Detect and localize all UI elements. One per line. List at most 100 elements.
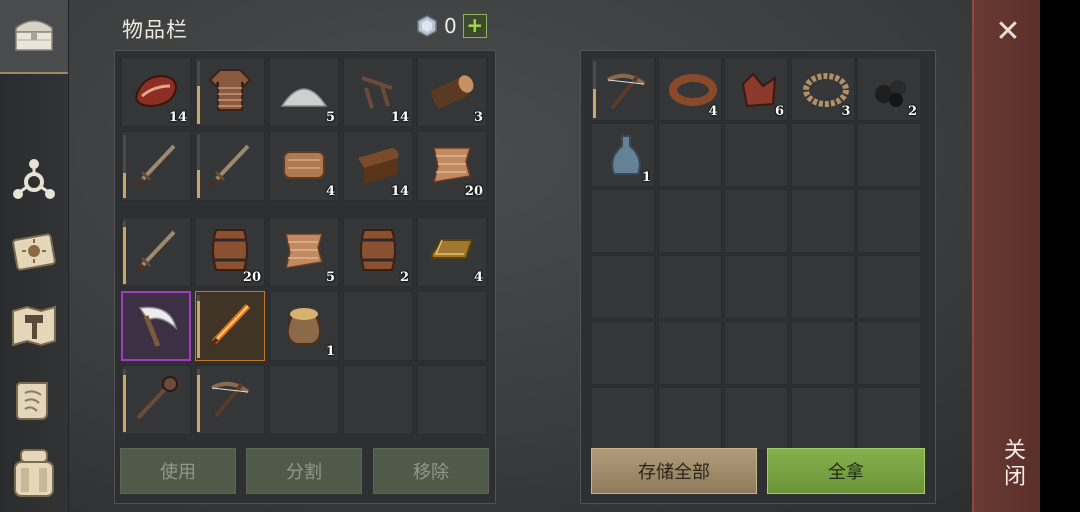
inventory-slot[interactable]: 5: [269, 217, 339, 287]
store-all-button[interactable]: 存储全部: [591, 448, 757, 494]
inventory-slot[interactable]: 20: [195, 217, 265, 287]
storage-slot[interactable]: [657, 189, 722, 253]
inventory-slot[interactable]: [195, 131, 265, 201]
storage-slot[interactable]: [724, 255, 788, 319]
item-quantity: 1: [325, 344, 335, 359]
storage-slot[interactable]: [857, 321, 921, 385]
sidebar-item-inventory[interactable]: [0, 0, 68, 74]
inventory-slot[interactable]: [417, 291, 487, 361]
item-quantity: 5: [325, 110, 335, 125]
item-quantity: 3: [473, 110, 483, 125]
durability-bar: [593, 89, 596, 118]
inventory-slot[interactable]: [195, 365, 265, 435]
durability-bar: [197, 375, 200, 432]
inventory-slot[interactable]: 1: [269, 291, 339, 361]
inventory-slot[interactable]: [195, 291, 265, 361]
storage-slot[interactable]: 1: [591, 123, 655, 187]
gem-icon: [417, 15, 437, 37]
sidebar-item-character[interactable]: [8, 446, 60, 498]
inventory-slot[interactable]: 14: [121, 57, 191, 127]
storage-slot[interactable]: [657, 387, 722, 451]
storage-slot[interactable]: [657, 255, 722, 319]
item-quantity: 1: [641, 170, 651, 185]
storage-slot[interactable]: 2: [857, 57, 921, 121]
item-quantity: 14: [168, 110, 187, 125]
storage-slot[interactable]: [790, 387, 855, 451]
durability-bar: [123, 227, 126, 284]
storage-slot[interactable]: [724, 321, 788, 385]
storage-slot[interactable]: [790, 255, 855, 319]
storage-slot[interactable]: [591, 321, 655, 385]
chest-icon: [8, 8, 60, 60]
inventory-slot[interactable]: [121, 217, 191, 287]
scroll-icon: [16, 382, 48, 420]
item-quantity: 5: [325, 270, 335, 285]
sidebar-item-journal[interactable]: [8, 226, 60, 278]
inventory-slot[interactable]: [195, 57, 265, 127]
inventory-slot[interactable]: 2: [343, 217, 413, 287]
storage-slot[interactable]: 4: [657, 57, 722, 121]
sidebar-item-crafting[interactable]: [8, 300, 60, 352]
close-panel[interactable]: ✕ 关闭: [972, 0, 1042, 512]
inventory-panel: 14 5 14 3 4 14 20 20 5 2 4 1: [114, 50, 496, 504]
perks-icon: [13, 159, 55, 199]
screen-edge: [1040, 0, 1080, 512]
durability-bar: [197, 86, 200, 124]
inventory-slot[interactable]: [417, 365, 487, 435]
storage-slot[interactable]: [591, 255, 655, 319]
item-quantity: 3: [841, 104, 851, 119]
take-all-button[interactable]: 全拿: [767, 448, 925, 494]
storage-slot[interactable]: [591, 387, 655, 451]
storage-slot[interactable]: [657, 321, 722, 385]
sidebar-item-perks[interactable]: [8, 154, 60, 206]
storage-slot[interactable]: [724, 387, 788, 451]
storage-slot[interactable]: [790, 321, 855, 385]
inventory-slot[interactable]: 4: [269, 131, 339, 201]
inventory-slot[interactable]: [343, 365, 413, 435]
item-quantity: 14: [390, 184, 409, 199]
storage-slot[interactable]: [724, 189, 788, 253]
item-quantity: 2: [907, 104, 917, 119]
storage-slot[interactable]: [790, 189, 855, 253]
storage-slot[interactable]: [657, 123, 722, 187]
storage-slot[interactable]: 6: [724, 57, 788, 121]
storage-slot[interactable]: [591, 189, 655, 253]
inventory-slot[interactable]: 3: [417, 57, 487, 127]
storage-slot[interactable]: 3: [790, 57, 855, 121]
sun-journal-icon: [12, 233, 56, 271]
durability-bar: [123, 173, 126, 198]
storage-slot[interactable]: [857, 123, 921, 187]
inventory-slot[interactable]: [269, 365, 339, 435]
use-button[interactable]: 使用: [120, 448, 236, 494]
inventory-slot[interactable]: 14: [343, 57, 413, 127]
storage-slot[interactable]: [790, 123, 855, 187]
inventory-slot[interactable]: [121, 365, 191, 435]
sidebar: [0, 0, 69, 512]
inventory-title: 物品栏: [122, 18, 188, 42]
storage-slot[interactable]: [857, 189, 921, 253]
close-icon[interactable]: ✕: [994, 17, 1022, 47]
sidebar-item-scroll[interactable]: [8, 374, 60, 426]
item-quantity: 6: [774, 104, 784, 119]
crafting-map-icon: [12, 305, 56, 347]
remove-button[interactable]: 移除: [373, 448, 489, 494]
backpack-icon: [14, 449, 54, 497]
durability-bar: [197, 170, 200, 198]
inventory-slot[interactable]: [121, 131, 191, 201]
storage-slot[interactable]: [857, 387, 921, 451]
item-quantity: 4: [473, 270, 483, 285]
storage-slot[interactable]: [857, 255, 921, 319]
inventory-slot[interactable]: 5: [269, 57, 339, 127]
add-currency-button[interactable]: +: [462, 14, 487, 38]
storage-slot[interactable]: [724, 123, 788, 187]
inventory-slot[interactable]: [343, 291, 413, 361]
split-button[interactable]: 分割: [246, 448, 362, 494]
storage-slot[interactable]: [591, 57, 655, 121]
close-label: 关闭: [1000, 438, 1025, 490]
inventory-slot[interactable]: 4: [417, 217, 487, 287]
inventory-slot[interactable]: 20: [417, 131, 487, 201]
item-quantity: 4: [708, 104, 718, 119]
inventory-slot[interactable]: [121, 291, 191, 361]
durability-bar: [197, 301, 200, 358]
inventory-slot[interactable]: 14: [343, 131, 413, 201]
